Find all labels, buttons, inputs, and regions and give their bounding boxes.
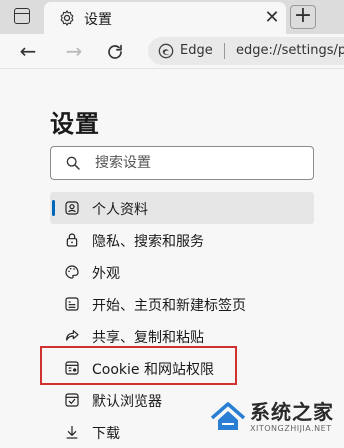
sidebar-item-label: 隐私、搜索和服务	[92, 234, 204, 250]
sidebar-item-label: 共享、复制和粘贴	[92, 330, 204, 346]
address-bar[interactable]: Edge edge://settings/p	[148, 37, 344, 65]
sidebar-item-profiles[interactable]: 个人资料	[50, 192, 314, 224]
lock-icon	[66, 233, 78, 247]
address-separator	[224, 43, 225, 59]
tab-settings[interactable]: 设置 ✕	[44, 2, 286, 34]
sidebar-item-label: 外观	[92, 266, 120, 282]
selected-indicator	[52, 200, 55, 216]
forward-button[interactable]: →	[62, 39, 86, 63]
sidebar-item-label: 下载	[92, 426, 120, 442]
tab-bar: 设置 ✕ +	[0, 0, 344, 34]
address-url: edge://settings/p	[236, 43, 344, 58]
browser-toolbar: ← → Edge edge://settings/p	[0, 34, 344, 69]
sidebar-item-label: 个人资料	[92, 202, 148, 218]
search-box[interactable]	[50, 146, 314, 180]
new-tab-button[interactable]: +	[290, 5, 316, 29]
watermark-logo-icon	[210, 402, 246, 430]
edge-logo-icon	[158, 43, 174, 59]
tab-title: 设置	[84, 12, 112, 28]
gear-icon	[60, 10, 74, 26]
search-input[interactable]	[95, 153, 295, 173]
watermark: 系统之家 XITONGZHIJIA.NET	[206, 390, 344, 444]
download-icon	[66, 426, 78, 439]
back-button[interactable]: ←	[16, 39, 40, 63]
watermark-text: 系统之家	[250, 400, 334, 424]
site-identity-label: Edge	[180, 43, 213, 58]
tab-actions-icon[interactable]	[14, 8, 30, 24]
home-grid-icon	[65, 297, 79, 311]
palette-icon	[65, 265, 79, 279]
watermark-subtext: XITONGZHIJIA.NET	[250, 424, 332, 433]
sidebar-item-label: 默认浏览器	[92, 394, 162, 410]
sidebar-item-start-home-newtab[interactable]: 开始、主页和新建标签页	[50, 288, 314, 320]
sidebar-item-label: 开始、主页和新建标签页	[92, 298, 246, 314]
sidebar-item-appearance[interactable]: 外观	[50, 256, 314, 288]
sidebar-item-privacy[interactable]: 隐私、搜索和服务	[50, 224, 314, 256]
default-browser-icon	[65, 393, 79, 407]
highlight-annotation-box	[40, 346, 237, 385]
search-icon	[66, 156, 80, 170]
share-icon	[66, 330, 79, 341]
close-tab-icon[interactable]: ✕	[262, 8, 282, 28]
refresh-icon[interactable]	[106, 43, 124, 61]
profile-icon	[65, 201, 79, 215]
page-title: 设置	[50, 110, 100, 138]
